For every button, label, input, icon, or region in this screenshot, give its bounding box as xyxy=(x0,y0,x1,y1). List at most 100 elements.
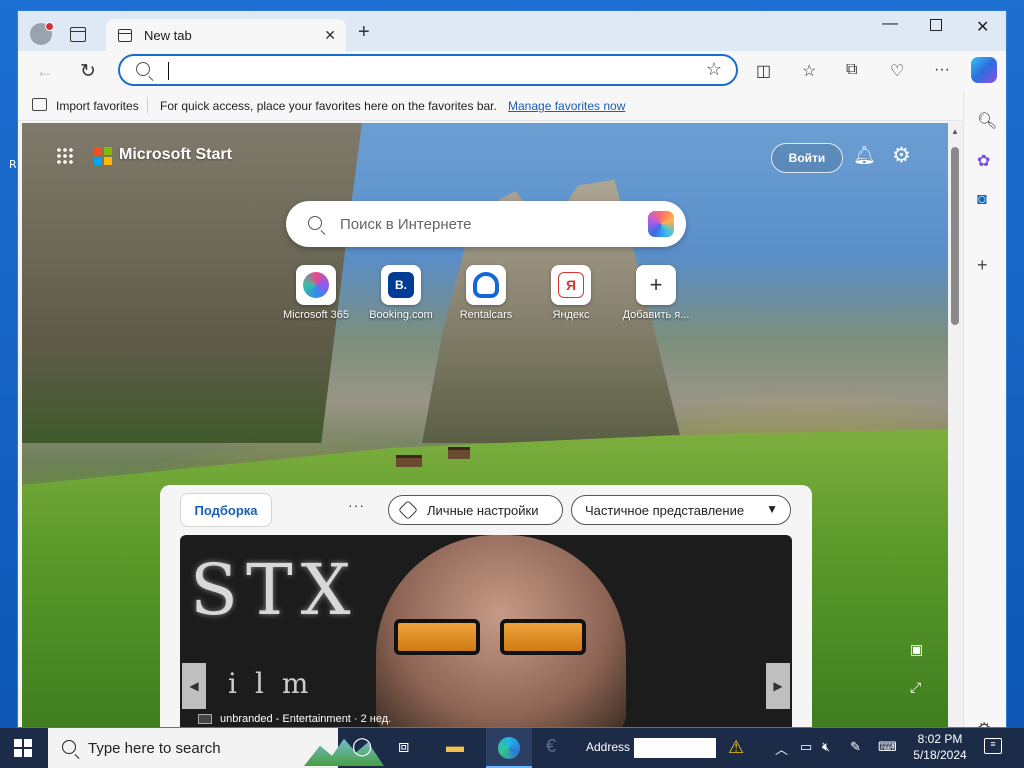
tab-actions-icon[interactable] xyxy=(70,27,86,42)
feed-more-button[interactable]: ··· xyxy=(348,497,365,513)
add-favorite-star-icon[interactable]: ☆ xyxy=(706,59,722,80)
personalize-icon xyxy=(398,500,418,520)
tab-close-icon[interactable]: ✕ xyxy=(324,27,336,44)
quick-link-label: Яндекс xyxy=(552,309,590,321)
hero-image-text: STX xyxy=(190,549,359,631)
hero-caption: unbranded - Entertainment · 2 нед. xyxy=(198,713,391,725)
browser-essentials-icon[interactable]: ♡ xyxy=(890,61,904,81)
taskbar-search-placeholder: Type here to search xyxy=(88,740,221,757)
back-arrow-icon[interactable]: ← xyxy=(36,61,54,82)
background-hut xyxy=(448,447,470,459)
notifications-icon[interactable]: ≡ xyxy=(984,738,1002,754)
sidebar-microsoft365-icon[interactable]: ✿ xyxy=(977,151,990,171)
microsoft365-icon xyxy=(296,265,336,305)
web-search-box xyxy=(286,201,686,247)
page-scrollbar[interactable]: ▲ xyxy=(948,123,962,727)
quick-link-rentalcars[interactable]: Rentalcars xyxy=(444,265,528,321)
source-logo-icon xyxy=(198,714,212,724)
manage-favorites-link[interactable]: Manage favorites now xyxy=(508,99,625,113)
import-favorites-button[interactable]: Import favorites xyxy=(56,99,139,113)
scroll-thumb[interactable] xyxy=(951,147,959,325)
taskbar-clock[interactable]: 8:02 PM 5/18/2024 xyxy=(908,731,972,763)
pen-icon[interactable]: ✎ xyxy=(850,739,861,755)
cortana-icon[interactable]: ◯ xyxy=(352,736,372,757)
network-icon[interactable]: ▭ xyxy=(800,739,812,755)
booking-icon: B. xyxy=(381,265,421,305)
feed-tab-selection[interactable]: Подборка xyxy=(180,493,272,527)
microsoft-logo-icon xyxy=(94,147,112,165)
warning-icon[interactable]: ⚠ xyxy=(728,737,744,758)
news-feed: Подборка ··· Личные настройки Частичное … xyxy=(160,485,812,727)
tab-title: New tab xyxy=(144,27,192,43)
add-link-icon: + xyxy=(636,265,676,305)
edge-sidebar: 🔍︎ ✿ ◙ + ⚙ xyxy=(963,91,1006,727)
search-icon xyxy=(308,216,322,230)
taskbar-search-box[interactable]: Type here to search xyxy=(48,728,384,768)
taskbar-search-icon xyxy=(62,740,76,754)
quick-link-microsoft365[interactable]: Microsoft 365 xyxy=(274,265,358,321)
hero-caption-text: unbranded - Entertainment · 2 нед. xyxy=(220,713,392,725)
settings-gear-icon[interactable]: ⚙ xyxy=(892,143,911,168)
minimize-button[interactable]: — xyxy=(882,15,898,33)
carousel-next-button[interactable]: ▶ xyxy=(766,663,790,709)
brand-title: Microsoft Start xyxy=(119,146,232,163)
new-tab-page: Microsoft Start Войти 🔔︎ ⚙ Microsoft 365… xyxy=(22,123,948,727)
sidebar-search-icon[interactable]: 🔍︎ xyxy=(977,111,997,131)
copilot-icon[interactable] xyxy=(971,57,997,83)
app-launcher-icon[interactable] xyxy=(56,147,74,165)
quick-link-label: Добавить я... xyxy=(622,309,690,321)
tab-new-tab[interactable]: New tab ✕ xyxy=(106,19,346,51)
maximize-button[interactable] xyxy=(930,19,942,31)
quick-link-yandex[interactable]: Я Яндекс xyxy=(529,265,613,321)
address-toolbar-label: Address xyxy=(586,740,631,754)
clock-time: 8:02 PM xyxy=(917,732,963,746)
clock-date: 5/18/2024 xyxy=(913,748,967,762)
quick-link-booking[interactable]: B. Booking.com xyxy=(359,265,443,321)
desktop-stray-text: R xyxy=(9,158,17,171)
new-tab-button[interactable]: + xyxy=(358,22,370,42)
hero-article-card[interactable]: STX ilm ◀ ▶ unbranded - Entertainment · … xyxy=(180,535,792,727)
collections-icon[interactable]: ⧉ xyxy=(846,61,857,79)
favorites-bar: Import favorites For quick access, place… xyxy=(18,91,1006,121)
more-icon[interactable]: ··· xyxy=(934,61,950,79)
personalize-button[interactable]: Личные настройки xyxy=(388,495,563,525)
edge-browser-icon[interactable] xyxy=(498,737,520,759)
import-favorites-icon[interactable] xyxy=(32,98,47,111)
change-background-icon[interactable]: ▣ xyxy=(910,641,923,658)
tray-overflow-chevron-icon[interactable]: ︿ xyxy=(775,739,788,758)
windows-start-icon[interactable] xyxy=(14,739,32,757)
favorites-icon[interactable]: ☆ xyxy=(802,61,816,81)
profile-avatar-icon[interactable] xyxy=(30,22,54,45)
browser-window: New tab ✕ + — ✕ ← ↻ ☆ ◫ ☆ ⧉ ♡ ··· Import… xyxy=(17,10,1007,728)
refresh-icon[interactable]: ↻ xyxy=(80,60,96,83)
favorites-hint: For quick access, place your favorites h… xyxy=(160,99,497,113)
file-explorer-icon[interactable]: ▬ xyxy=(446,736,464,757)
new-tab-favicon-icon xyxy=(118,28,132,42)
expand-icon[interactable]: ⤢ xyxy=(910,679,921,696)
carousel-prev-button[interactable]: ◀ xyxy=(182,663,206,709)
task-view-icon[interactable]: ⧈ xyxy=(398,736,409,757)
scroll-up-arrow-icon[interactable]: ▲ xyxy=(951,127,959,136)
split-screen-icon[interactable]: ◫ xyxy=(756,61,771,81)
signin-button[interactable]: Войти xyxy=(771,143,843,173)
sidebar-outlook-icon[interactable]: ◙ xyxy=(977,191,987,209)
layout-view-dropdown[interactable]: Частичное представление ▼ xyxy=(571,495,791,525)
chevron-down-icon: ▼ xyxy=(766,502,778,516)
copilot-search-icon[interactable] xyxy=(648,211,674,237)
web-search-input[interactable] xyxy=(340,214,630,234)
title-bar: New tab ✕ + — ✕ xyxy=(18,11,1006,51)
notifications-bell-icon[interactable]: 🔔︎ xyxy=(853,145,876,166)
volume-muted-icon[interactable]: 🔇︎ xyxy=(822,739,830,755)
hero-photo-glasses xyxy=(394,619,594,657)
quick-link-add[interactable]: + Добавить я... xyxy=(614,265,698,321)
keyboard-icon[interactable]: ⌨ xyxy=(878,739,897,755)
address-toolbar-input[interactable] xyxy=(634,738,716,758)
personalize-label: Личные настройки xyxy=(427,502,539,518)
sidebar-settings-icon[interactable]: ⚙ xyxy=(977,719,991,727)
address-bar[interactable]: ☆ xyxy=(118,54,738,86)
sidebar-add-icon[interactable]: + xyxy=(977,255,988,276)
address-search-icon xyxy=(136,62,150,76)
close-window-button[interactable]: ✕ xyxy=(976,17,989,37)
hero-image-subtext: ilm xyxy=(228,667,327,700)
store-icon[interactable]: € xyxy=(546,736,556,757)
